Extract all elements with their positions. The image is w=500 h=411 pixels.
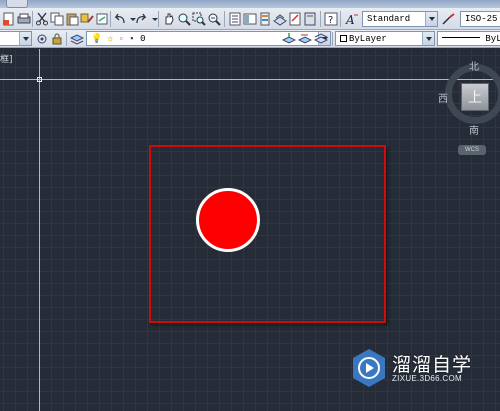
linetype-sample xyxy=(442,37,480,38)
copy-icon[interactable] xyxy=(50,12,64,26)
separator xyxy=(158,11,159,27)
separator xyxy=(332,32,333,46)
tool-palettes-icon[interactable] xyxy=(258,12,272,26)
markup-icon[interactable] xyxy=(288,12,302,26)
match-properties-icon[interactable] xyxy=(80,12,94,26)
lightbulb-icon: 💡 xyxy=(91,34,103,44)
viewport-freeze-icon: ▫ xyxy=(118,34,124,44)
text-style-icon[interactable]: A xyxy=(345,12,359,26)
linetype-select[interactable]: ByLa xyxy=(437,31,500,46)
crosshair-horizontal xyxy=(0,79,500,80)
separator xyxy=(224,11,225,27)
settings-icon[interactable] xyxy=(35,32,49,46)
calculator-icon[interactable] xyxy=(303,12,317,26)
chevron-down-icon[interactable] xyxy=(422,32,434,45)
make-current-icon[interactable] xyxy=(282,32,296,46)
svg-text:?: ? xyxy=(328,15,333,26)
wcs-menu[interactable]: WCS xyxy=(458,145,486,155)
zoom-realtime-icon[interactable] xyxy=(177,12,191,26)
layer-previous-icon[interactable] xyxy=(298,32,312,46)
workspace-select[interactable] xyxy=(0,31,32,46)
layers-toolbar: 💡 ☼ ▫ ▪ 0 ByLayer ByLa xyxy=(0,30,500,48)
separator xyxy=(32,11,33,27)
watermark-play-icon xyxy=(352,348,386,388)
design-center-icon[interactable] xyxy=(243,12,257,26)
standard-toolbar: ? A Standard ISO-25 xyxy=(0,8,500,30)
text-style-value: Standard xyxy=(367,14,411,24)
sheet-set-icon[interactable] xyxy=(273,12,287,26)
undo-icon[interactable] xyxy=(113,12,127,26)
watermark-url: ZIXUE.3D66.COM xyxy=(392,374,462,383)
paste-icon[interactable] xyxy=(65,12,79,26)
sun-icon: ☼ xyxy=(107,34,114,44)
properties-icon[interactable] xyxy=(228,12,242,26)
chevron-down-icon[interactable] xyxy=(19,32,31,45)
crosshair-vertical xyxy=(39,49,40,411)
dim-style-value: ISO-25 xyxy=(465,14,498,24)
svg-text:A: A xyxy=(345,13,355,26)
zoom-previous-icon[interactable] xyxy=(207,12,221,26)
compass-south[interactable]: 南 xyxy=(469,122,479,137)
separator xyxy=(66,32,67,46)
lock-icon[interactable] xyxy=(50,32,64,46)
title-strip xyxy=(0,0,500,8)
viewcube-top-face[interactable]: 上 xyxy=(461,83,489,111)
layer-states-icon[interactable] xyxy=(314,32,328,46)
color-select[interactable]: ByLayer xyxy=(335,31,435,46)
layer-name: 0 xyxy=(140,34,146,44)
viewport-label[interactable]: 框] xyxy=(0,52,13,65)
layer-properties-icon[interactable] xyxy=(70,32,84,46)
dim-style-icon[interactable] xyxy=(442,12,456,26)
plot-icon[interactable] xyxy=(17,12,31,26)
crosshair-pickbox xyxy=(37,77,42,82)
dim-style-select[interactable]: ISO-25 xyxy=(460,11,500,27)
zoom-window-icon[interactable] xyxy=(192,12,206,26)
text-style-select[interactable]: Standard xyxy=(362,11,438,27)
redo-icon[interactable] xyxy=(134,12,148,26)
lock-open-icon: ▪ xyxy=(129,34,135,44)
compass-north[interactable]: 北 xyxy=(469,58,479,73)
pan-icon[interactable] xyxy=(162,12,176,26)
cut-icon[interactable] xyxy=(35,12,49,26)
rectangle-object[interactable] xyxy=(149,145,386,323)
linetype-value: ByLa xyxy=(485,34,500,44)
compass-west[interactable]: 西 xyxy=(438,90,448,105)
circle-object[interactable] xyxy=(196,188,260,252)
chevron-down-icon[interactable] xyxy=(425,12,437,26)
color-swatch-icon xyxy=(340,35,347,42)
separator xyxy=(110,11,111,27)
block-editor-icon[interactable] xyxy=(95,12,109,26)
watermark-title: 溜溜自学 xyxy=(392,354,473,376)
redo-dropdown-icon[interactable] xyxy=(148,12,158,26)
new-icon[interactable] xyxy=(2,12,16,26)
separator xyxy=(320,11,321,27)
window-tab[interactable] xyxy=(6,0,28,8)
color-value: ByLayer xyxy=(349,34,387,44)
separator xyxy=(340,11,341,27)
undo-dropdown-icon[interactable] xyxy=(126,12,136,26)
help-icon[interactable]: ? xyxy=(324,12,338,26)
